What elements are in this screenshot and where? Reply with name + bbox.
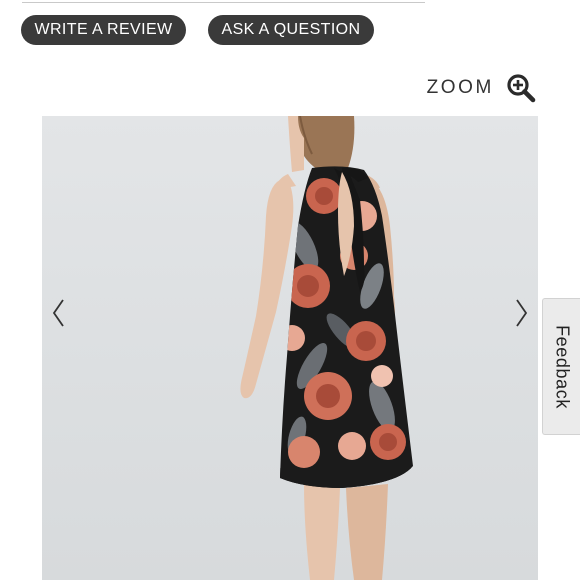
next-image-button[interactable] <box>511 296 533 330</box>
product-page: WRITE A REVIEW ASK A QUESTION ZOOM Feedb… <box>0 0 580 580</box>
write-review-button[interactable]: WRITE A REVIEW <box>21 15 186 45</box>
zoom-in-icon[interactable] <box>506 73 536 103</box>
product-photo <box>240 116 413 580</box>
write-review-label: WRITE A REVIEW <box>34 21 173 38</box>
chevron-left-icon <box>52 299 64 327</box>
right-leg <box>346 484 388 580</box>
top-divider <box>22 2 425 3</box>
product-image[interactable] <box>42 116 538 580</box>
chevron-right-icon <box>516 299 528 327</box>
left-arm <box>240 180 294 399</box>
previous-image-button[interactable] <box>47 296 69 330</box>
zoom-label: ZOOM <box>426 77 494 98</box>
ask-question-button[interactable]: ASK A QUESTION <box>208 15 374 45</box>
left-leg <box>304 484 340 580</box>
feedback-tab[interactable]: Feedback <box>542 298 580 435</box>
ask-question-label: ASK A QUESTION <box>221 21 361 38</box>
feedback-label: Feedback <box>552 324 572 409</box>
zoom-control[interactable]: ZOOM <box>427 72 536 104</box>
